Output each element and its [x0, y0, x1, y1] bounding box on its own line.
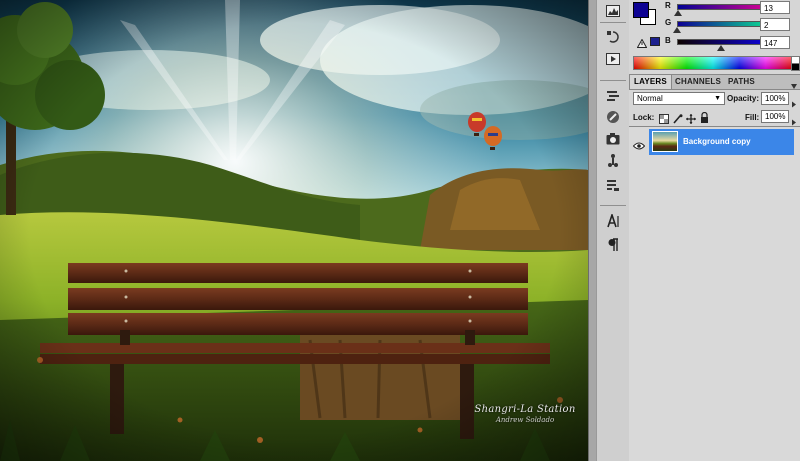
- color-spectrum-ramp[interactable]: [633, 56, 793, 70]
- tab-layers[interactable]: LAYERS: [629, 75, 672, 89]
- character-panel-icon[interactable]: [603, 212, 623, 230]
- watermark-author: Andrew Soldado: [495, 416, 555, 424]
- fill-field[interactable]: 100%: [761, 110, 789, 123]
- foreground-color-swatch[interactable]: [633, 2, 649, 18]
- green-slider-thumb[interactable]: [673, 27, 681, 33]
- tool-presets-icon[interactable]: [603, 86, 623, 104]
- gamut-color-chip[interactable]: [650, 37, 660, 46]
- b-label: B: [665, 36, 671, 45]
- brushes-panel-icon[interactable]: [603, 108, 623, 126]
- r-label: R: [665, 1, 671, 10]
- red-value-field[interactable]: 13: [760, 1, 790, 14]
- layer-name: Background copy: [683, 137, 751, 146]
- lock-label: Lock:: [633, 113, 655, 122]
- watermark-title: Shangri-La Station: [474, 404, 576, 415]
- chevron-down-icon: ▼: [714, 95, 721, 102]
- blend-mode-select[interactable]: Normal ▼: [633, 92, 725, 105]
- actions-panel-icon[interactable]: [603, 50, 623, 68]
- navigator-panel-icon[interactable]: [603, 152, 623, 170]
- blend-mode-value: Normal: [637, 94, 663, 103]
- artwork-image: [0, 0, 588, 461]
- out-of-gamut-warning-icon[interactable]: [636, 35, 648, 53]
- document-canvas[interactable]: Shangri-La Station Andrew Soldado: [0, 0, 588, 461]
- tab-paths[interactable]: PATHS: [724, 75, 759, 89]
- blue-value-field[interactable]: 147: [760, 36, 790, 49]
- layer-visibility-eye-icon[interactable]: [632, 137, 646, 155]
- g-label: G: [665, 18, 672, 27]
- opacity-arrow-icon[interactable]: [791, 95, 797, 113]
- red-slider-thumb[interactable]: [674, 10, 682, 16]
- black-chip[interactable]: [791, 63, 800, 71]
- layers-list: Background copy: [629, 126, 800, 461]
- panels-area: R 13 G 2 B 147 LAYERS CHANNELS PATHS Nor…: [629, 0, 800, 461]
- collapsed-panels-column: [596, 0, 630, 461]
- blue-slider-thumb[interactable]: [717, 45, 725, 51]
- divider: [600, 205, 626, 206]
- signature-watermark: Shangri-La Station Andrew Soldado: [470, 404, 580, 424]
- divider: [600, 80, 626, 81]
- clone-source-icon[interactable]: [603, 130, 623, 148]
- fill-label: Fill:: [745, 113, 760, 122]
- opacity-label: Opacity:: [727, 94, 760, 103]
- layers-panel-tabs: LAYERS CHANNELS PATHS: [629, 74, 800, 90]
- layer-thumbnail: [652, 131, 678, 152]
- opacity-field[interactable]: 100%: [761, 92, 789, 105]
- layer-row-background-copy[interactable]: Background copy: [649, 129, 794, 155]
- divider: [600, 22, 626, 23]
- history-panel-icon[interactable]: [603, 28, 623, 46]
- green-value-field[interactable]: 2: [760, 18, 790, 31]
- photoshop-window: Shangri-La Station Andrew Soldado R 13 G…: [0, 0, 800, 461]
- paragraph-panel-icon[interactable]: [603, 236, 623, 254]
- info-panel-icon[interactable]: [603, 176, 623, 194]
- panel-menu-icon[interactable]: [790, 78, 798, 96]
- tab-channels[interactable]: CHANNELS: [671, 75, 725, 89]
- histogram-panel-icon[interactable]: [603, 2, 623, 20]
